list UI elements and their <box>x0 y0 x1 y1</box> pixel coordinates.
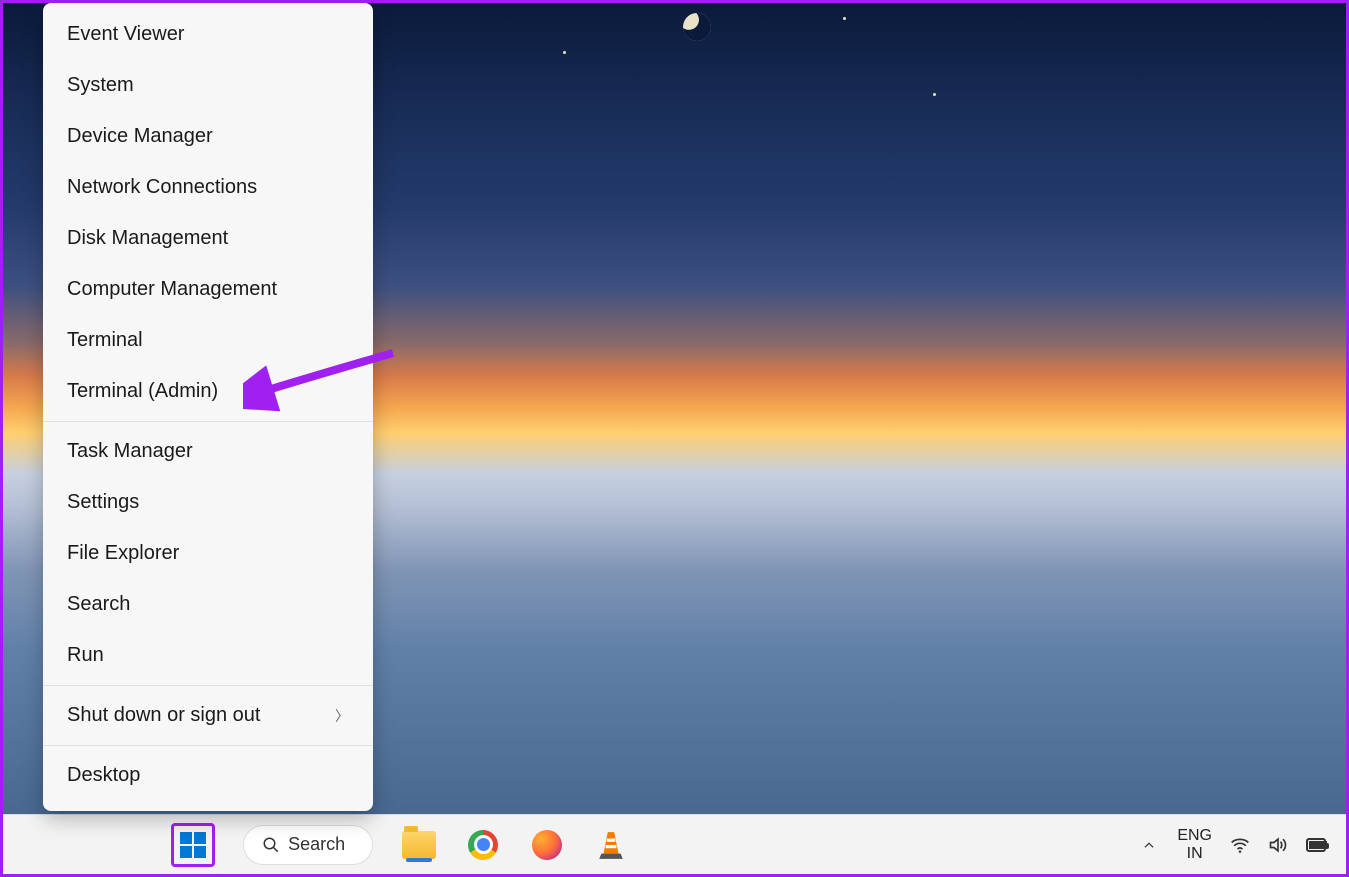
taskbar-search-button[interactable]: Search <box>243 825 373 865</box>
taskbar-chrome-button[interactable] <box>465 827 501 863</box>
language-indicator[interactable]: ENG IN <box>1177 827 1212 862</box>
system-tray: ENG IN <box>1139 827 1326 862</box>
menu-item-label: Settings <box>67 491 139 514</box>
star-graphic <box>933 93 936 96</box>
chevron-up-icon <box>1142 838 1156 852</box>
menu-item-settings[interactable]: Settings <box>43 477 373 528</box>
menu-item-terminal-admin[interactable]: Terminal (Admin) <box>43 366 373 417</box>
lang-line1: ENG <box>1177 827 1212 845</box>
taskbar-vlc-button[interactable] <box>593 827 629 863</box>
menu-item-label: Disk Management <box>67 227 228 250</box>
tray-wifi-button[interactable] <box>1230 835 1250 855</box>
menu-separator <box>43 685 373 686</box>
menu-item-label: File Explorer <box>67 542 179 565</box>
menu-separator <box>43 745 373 746</box>
start-button[interactable] <box>171 823 215 867</box>
tray-overflow-button[interactable] <box>1139 835 1159 855</box>
tray-battery-button[interactable] <box>1306 835 1326 855</box>
star-graphic <box>563 51 566 54</box>
menu-item-run[interactable]: Run <box>43 630 373 681</box>
menu-item-terminal[interactable]: Terminal <box>43 315 373 366</box>
lang-line2: IN <box>1177 845 1212 863</box>
windows-logo-icon <box>180 832 206 858</box>
menu-item-label: Computer Management <box>67 278 277 301</box>
winx-context-menu: Event Viewer System Device Manager Netwo… <box>43 3 373 811</box>
vlc-icon <box>597 830 625 860</box>
menu-item-label: Network Connections <box>67 176 257 199</box>
menu-item-label: Terminal <box>67 329 143 352</box>
menu-item-computer-management[interactable]: Computer Management <box>43 264 373 315</box>
menu-item-device-manager[interactable]: Device Manager <box>43 111 373 162</box>
firefox-icon <box>532 830 562 860</box>
search-icon <box>262 836 280 854</box>
menu-item-shutdown-signout[interactable]: Shut down or sign out 〉 <box>43 690 373 741</box>
folder-icon <box>402 831 436 859</box>
battery-icon <box>1306 838 1326 852</box>
desktop-wallpaper[interactable]: Event Viewer System Device Manager Netwo… <box>3 3 1346 814</box>
moon-graphic <box>679 9 715 45</box>
chrome-icon <box>468 830 498 860</box>
menu-item-network-connections[interactable]: Network Connections <box>43 162 373 213</box>
menu-item-label: Terminal (Admin) <box>67 380 218 403</box>
menu-item-task-manager[interactable]: Task Manager <box>43 426 373 477</box>
menu-separator <box>43 421 373 422</box>
menu-item-label: Event Viewer <box>67 23 184 46</box>
menu-item-label: Desktop <box>67 764 140 787</box>
speaker-icon <box>1268 834 1288 856</box>
menu-item-label: System <box>67 74 134 97</box>
taskbar-firefox-button[interactable] <box>529 827 565 863</box>
menu-item-desktop[interactable]: Desktop <box>43 750 373 801</box>
menu-item-label: Search <box>67 593 130 616</box>
chevron-right-icon: 〉 <box>335 706 349 726</box>
taskbar-file-explorer-button[interactable] <box>401 827 437 863</box>
wifi-icon <box>1230 834 1250 856</box>
star-graphic <box>843 17 846 20</box>
taskbar: Search ENG IN <box>3 814 1346 874</box>
tray-volume-button[interactable] <box>1268 835 1288 855</box>
menu-item-label: Task Manager <box>67 440 193 463</box>
menu-item-event-viewer[interactable]: Event Viewer <box>43 9 373 60</box>
menu-item-search[interactable]: Search <box>43 579 373 630</box>
menu-item-label: Run <box>67 644 104 667</box>
menu-item-label: Shut down or sign out <box>67 704 260 727</box>
menu-item-file-explorer[interactable]: File Explorer <box>43 528 373 579</box>
menu-item-disk-management[interactable]: Disk Management <box>43 213 373 264</box>
menu-item-system[interactable]: System <box>43 60 373 111</box>
search-label: Search <box>288 834 345 855</box>
menu-item-label: Device Manager <box>67 125 213 148</box>
